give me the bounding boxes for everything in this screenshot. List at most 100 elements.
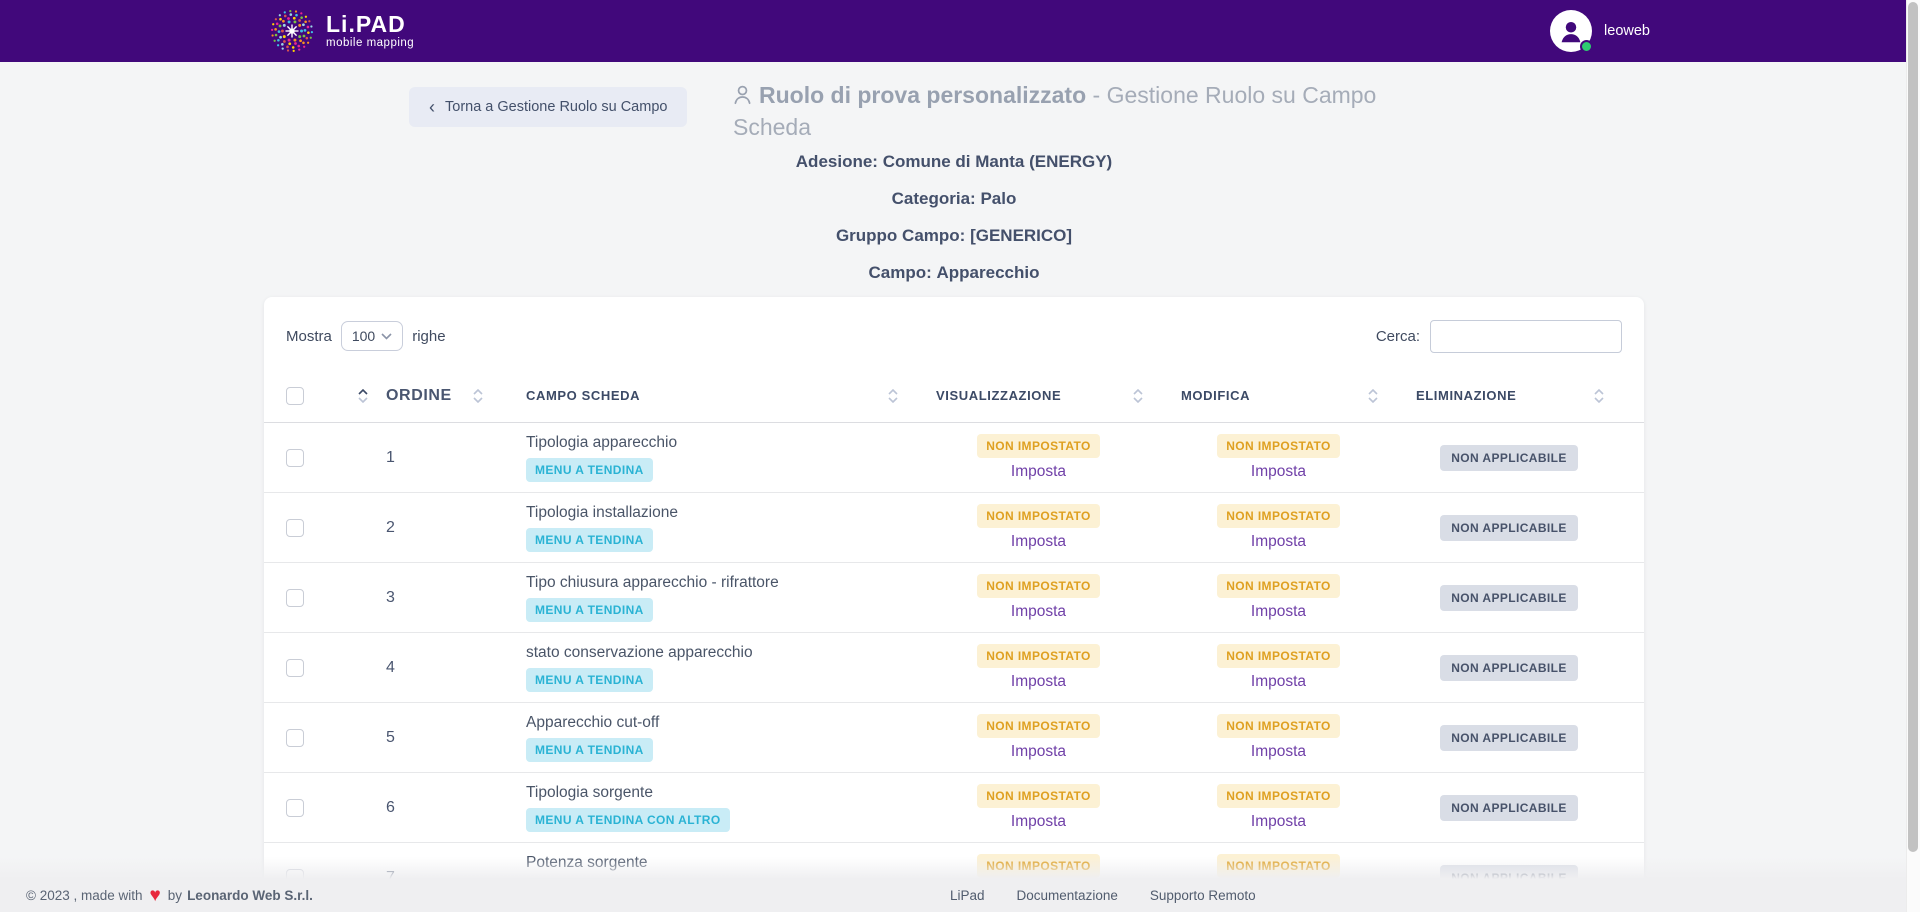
row-ordine: 5 xyxy=(386,703,501,772)
visualizzazione-imposta-link[interactable]: Imposta xyxy=(1011,603,1066,621)
footer-link-lipad[interactable]: LiPad xyxy=(950,888,985,903)
visualizzazione-status-badge: NON IMPOSTATO xyxy=(977,504,1100,528)
visualizzazione-imposta-link[interactable]: Imposta xyxy=(1011,813,1066,831)
row-campo-name: Apparecchio cut-off xyxy=(526,714,659,732)
table-body: 1 Tipologia apparecchio MENU A TENDINA N… xyxy=(264,423,1644,912)
footer-link-documentazione[interactable]: Documentazione xyxy=(1017,888,1118,903)
visualizzazione-imposta-link[interactable]: Imposta xyxy=(1011,463,1066,481)
row-eliminazione-cell: NON APPLICABILE xyxy=(1396,493,1622,562)
sort-asc-icon xyxy=(1133,389,1143,395)
row-checkbox[interactable] xyxy=(286,799,304,817)
row-campo-name: Tipologia installazione xyxy=(526,504,678,522)
field-type-badge: MENU A TENDINA xyxy=(526,598,653,622)
row-modifica-cell: NON IMPOSTATO Imposta xyxy=(1161,423,1396,492)
column-header-ordine[interactable]: Ordine xyxy=(386,369,501,422)
select-all-checkbox[interactable] xyxy=(286,387,304,405)
company-name: Leonardo Web S.r.l. xyxy=(187,888,313,903)
eliminazione-status-badge: NON APPLICABILE xyxy=(1440,585,1578,611)
modifica-status-badge: NON IMPOSTATO xyxy=(1217,574,1340,598)
row-select-cell xyxy=(286,493,386,562)
field-type-badge: MENU A TENDINA xyxy=(526,738,653,762)
meta-campo: Campo: Apparecchio xyxy=(264,263,1644,283)
rows-per-page-select[interactable]: 100 xyxy=(341,321,403,351)
modifica-imposta-link[interactable]: Imposta xyxy=(1251,463,1306,481)
row-select-cell xyxy=(286,703,386,772)
eliminazione-status-badge: NON APPLICABILE xyxy=(1440,795,1578,821)
table-controls: Mostra 100 righe Cerca: xyxy=(264,297,1644,369)
column-header-modifica[interactable]: Modifica xyxy=(1161,369,1396,422)
context-info: Adesione: Comune di Manta (ENERGY) Categ… xyxy=(264,152,1644,300)
sort-desc-icon xyxy=(358,397,368,403)
avatar xyxy=(1550,10,1592,52)
search-input[interactable] xyxy=(1430,320,1622,353)
sort-asc-icon xyxy=(888,389,898,395)
eliminazione-status-badge: NON APPLICABILE xyxy=(1440,655,1578,681)
modifica-imposta-link[interactable]: Imposta xyxy=(1251,743,1306,761)
row-select-cell xyxy=(286,423,386,492)
search-label: Cerca: xyxy=(1376,328,1420,345)
field-type-badge: MENU A TENDINA xyxy=(526,668,653,692)
visualizzazione-status-badge: NON IMPOSTATO xyxy=(977,434,1100,458)
rows-per-page-value: 100 xyxy=(352,328,375,344)
footer-link-supporto-remoto[interactable]: Supporto Remoto xyxy=(1150,888,1256,903)
column-header-visualizzazione[interactable]: Visualizzazione xyxy=(916,369,1161,422)
modifica-status-badge: NON IMPOSTATO xyxy=(1217,644,1340,668)
row-campo-cell: Tipologia installazione MENU A TENDINA xyxy=(501,493,916,562)
row-checkbox[interactable] xyxy=(286,729,304,747)
sort-icons xyxy=(473,389,483,403)
modifica-imposta-link[interactable]: Imposta xyxy=(1251,673,1306,691)
user-name: leoweb xyxy=(1604,23,1650,39)
starburst-logo-icon xyxy=(266,5,318,57)
sort-asc-icon xyxy=(358,389,368,395)
sort-icons xyxy=(358,389,368,403)
row-checkbox[interactable] xyxy=(286,449,304,467)
row-ordine: 6 xyxy=(386,773,501,842)
visualizzazione-imposta-link[interactable]: Imposta xyxy=(1011,533,1066,551)
logo-text: Li.PAD mobile mapping xyxy=(326,13,414,50)
logo-title: Li.PAD xyxy=(326,13,414,36)
column-header-select-all[interactable] xyxy=(286,369,386,422)
row-campo-cell: Apparecchio cut-off MENU A TENDINA xyxy=(501,703,916,772)
meta-gruppo-campo: Gruppo Campo: [GENERICO] xyxy=(264,226,1644,246)
back-button[interactable]: ‹ Torna a Gestione Ruolo su Campo xyxy=(409,87,687,127)
sort-asc-icon xyxy=(1594,389,1604,395)
row-ordine: 1 xyxy=(386,423,501,492)
row-campo-name: Tipo chiusura apparecchio - rifrattore xyxy=(526,574,779,592)
row-checkbox[interactable] xyxy=(286,659,304,677)
meta-categoria: Categoria: Palo xyxy=(264,189,1644,209)
back-button-label: Torna a Gestione Ruolo su Campo xyxy=(445,99,667,115)
row-select-cell xyxy=(286,633,386,702)
visualizzazione-imposta-link[interactable]: Imposta xyxy=(1011,673,1066,691)
modifica-imposta-link[interactable]: Imposta xyxy=(1251,603,1306,621)
modifica-imposta-link[interactable]: Imposta xyxy=(1251,533,1306,551)
heart-icon: ♥ xyxy=(150,886,161,905)
eliminazione-status-badge: NON APPLICABILE xyxy=(1440,445,1578,471)
row-modifica-cell: NON IMPOSTATO Imposta xyxy=(1161,773,1396,842)
sort-asc-icon xyxy=(473,389,483,395)
column-header-eliminazione[interactable]: Eliminazione xyxy=(1396,369,1622,422)
visualizzazione-imposta-link[interactable]: Imposta xyxy=(1011,743,1066,761)
row-campo-cell: stato conservazione apparecchio MENU A T… xyxy=(501,633,916,702)
modifica-imposta-link[interactable]: Imposta xyxy=(1251,813,1306,831)
lipad-logo[interactable]: Li.PAD mobile mapping xyxy=(266,4,414,58)
sort-desc-icon xyxy=(888,397,898,403)
footer: © 2023 , made with ♥ by Leonardo Web S.r… xyxy=(0,879,1920,912)
sort-desc-icon xyxy=(1594,397,1604,403)
row-eliminazione-cell: NON APPLICABILE xyxy=(1396,423,1622,492)
column-header-campo-scheda[interactable]: Campo Scheda xyxy=(501,369,916,422)
scrollbar-thumb[interactable] xyxy=(1908,2,1918,852)
table-row: 1 Tipologia apparecchio MENU A TENDINA N… xyxy=(264,423,1644,493)
row-checkbox[interactable] xyxy=(286,589,304,607)
row-checkbox[interactable] xyxy=(286,519,304,537)
user-menu[interactable]: leoweb xyxy=(1550,0,1650,62)
table-row: 3 Tipo chiusura apparecchio - rifrattore… xyxy=(264,563,1644,633)
modifica-status-badge: NON IMPOSTATO xyxy=(1217,504,1340,528)
visualizzazione-status-badge: NON IMPOSTATO xyxy=(977,574,1100,598)
row-campo-name: stato conservazione apparecchio xyxy=(526,644,753,662)
meta-adesione: Adesione: Comune di Manta (ENERGY) xyxy=(264,152,1644,172)
row-visualizzazione-cell: NON IMPOSTATO Imposta xyxy=(916,633,1161,702)
copyright-text: © 2023 , made with ♥ by Leonardo Web S.r… xyxy=(26,886,313,905)
row-ordine: 2 xyxy=(386,493,501,562)
row-select-cell xyxy=(286,563,386,632)
top-navbar: Li.PAD mobile mapping leoweb xyxy=(0,0,1920,62)
